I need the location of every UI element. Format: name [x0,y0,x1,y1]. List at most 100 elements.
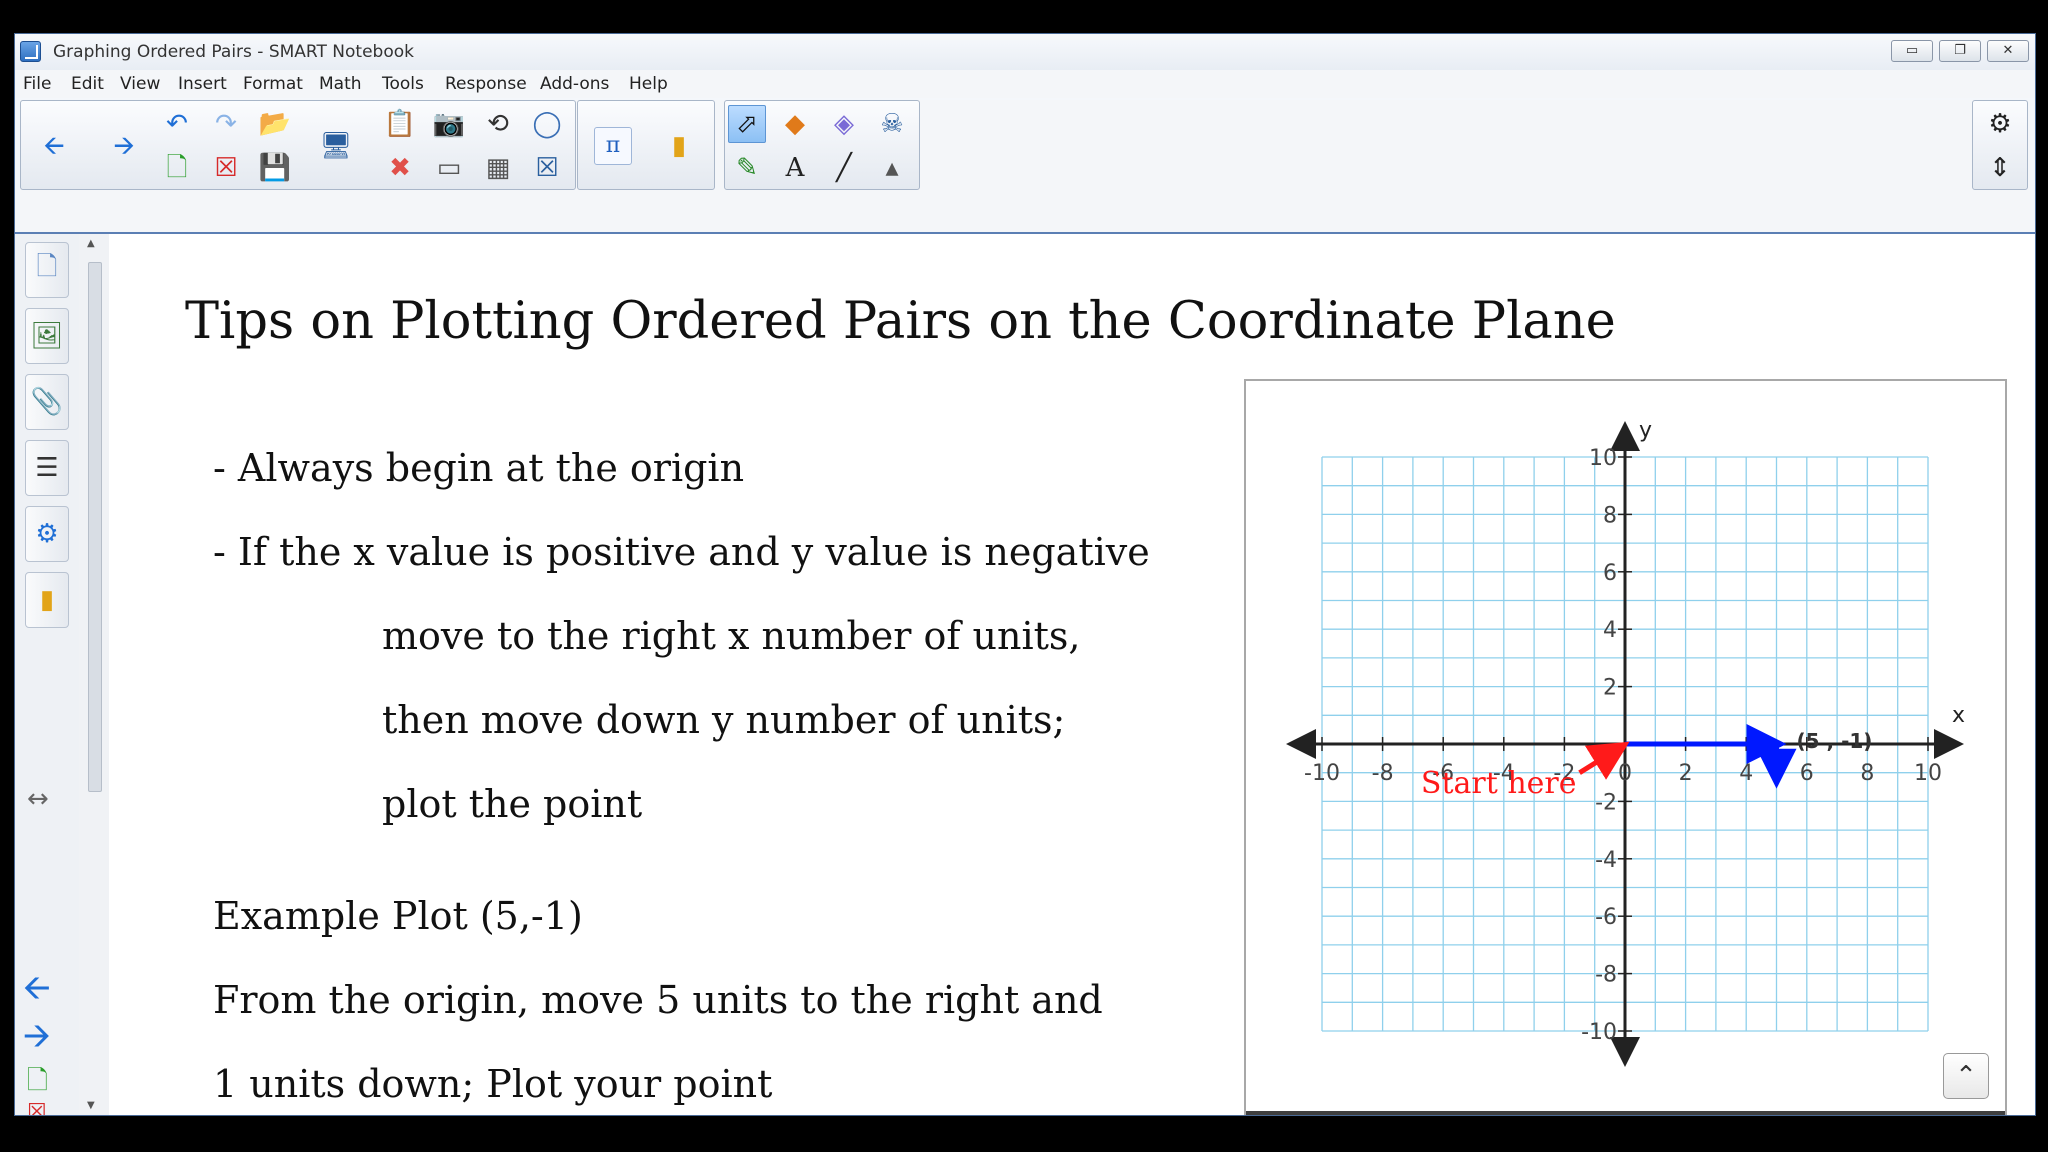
y-tick-label: -8 [1595,963,1617,988]
y-tick-label: -10 [1581,1020,1617,1045]
fill-icon[interactable]: ☠ [873,105,911,143]
settings-gear-icon[interactable]: ⚙ [1981,105,2019,143]
toolbar-main-group: 🡨 🡪 ↶ ↷ 📂 🗋 ☒ 💾 🖥 📋 📷 ⟲ ◯ ✖ ▭ ▦ ☒ [20,100,576,190]
y-tick-label: -2 [1595,790,1617,815]
line-icon[interactable]: ╱ [825,149,863,187]
new-page-icon[interactable]: 🗋 [158,149,196,187]
graph-widget[interactable]: x y -10 -8 -6 -4 -2 0 2 4 6 8 10 10 8 6 4 2 -2 -4 -6 -8 -10 (5 … [1244,379,2007,1115]
toolbar: 🡨 🡪 ↶ ↷ 📂 🗋 ☒ 💾 🖥 📋 📷 ⟲ ◯ ✖ ▭ ▦ ☒ π ▮ ⬀ … [15,100,2035,234]
start-here-label: Start here [1421,766,1577,801]
pens-icon[interactable]: ✎ [728,149,766,187]
tip-line-3: move to the right x number of units, [382,614,1081,658]
open-folder-icon[interactable]: 📂 [256,105,294,143]
x-tick-label: 4 [1739,761,1753,786]
restore-button[interactable]: ❐ [1939,40,1981,62]
tip-line-5: plot the point [382,782,643,826]
x-tick-label: 2 [1679,761,1693,786]
window-title: Graphing Ordered Pairs - SMART Notebook [53,42,414,62]
tip-line-4: then move down y number of units; [382,698,1066,742]
menu-add-ons[interactable]: Add-ons [540,74,609,94]
table-icon[interactable]: ▦ [479,149,517,187]
paste-icon[interactable]: 📋 [381,105,419,143]
display-icon[interactable]: 🖥 [317,127,355,165]
example-line-2: 1 units down; Plot your point [213,1062,773,1106]
x-tick-label: 8 [1860,761,1874,786]
record-icon[interactable]: ⟲ [479,105,517,143]
addons-icon[interactable]: ⚙ [25,506,69,562]
page-scrollbar[interactable]: ▲ ▼ [79,234,109,1115]
close-button[interactable]: ✕ [1987,40,2029,62]
shapes-icon[interactable]: ◆ [776,105,814,143]
toolbar-tools-group: ⬀ ◆ ◈ ☠ ✎ A ╱ ▴ [724,100,920,190]
menu-edit[interactable]: Edit [71,74,104,94]
toolbar-settings-group: ⚙ ⇕ [1972,100,2028,190]
tip-line-1: - Always begin at the origin [213,446,745,490]
addon-icon[interactable]: ☒ [528,149,566,187]
y-tick-label: -4 [1595,848,1617,873]
magic-pen-icon[interactable]: ◈ [825,105,863,143]
screen-shade-icon[interactable]: ▭ [430,149,468,187]
menu-insert[interactable]: Insert [178,74,227,94]
lesson-activity-icon[interactable]: ▮ [25,572,69,628]
y-tick-label: -6 [1595,905,1617,930]
y-tick-label: 10 [1589,446,1617,471]
menu-format[interactable]: Format [243,74,303,94]
properties-icon[interactable]: ☰ [25,440,69,496]
math-tools-icon[interactable]: π [594,127,632,165]
x-tick-label: 6 [1800,761,1814,786]
y-axis-label: y [1639,418,1652,443]
page-title: Tips on Plotting Ordered Pairs on the Co… [185,292,1616,351]
menu-bar: File Edit View Insert Format Math Tools … [15,70,2035,98]
scroll-down-icon[interactable]: ▼ [87,1100,95,1111]
scroll-up-icon[interactable]: ▲ [87,238,95,249]
point-label: (5 , -1) [1797,729,1873,753]
save-icon[interactable]: 💾 [256,149,294,187]
delete-page-icon[interactable]: ☒ [207,149,245,187]
arrow-left-icon[interactable]: 🡨 [35,127,73,165]
attachments-icon[interactable]: 📎 [25,374,69,430]
start-arrow [1578,741,1630,780]
fullscreen-icon[interactable]: ◯ [528,105,566,143]
collapse-chevron-icon[interactable]: ⌃ [1943,1053,1989,1099]
next-page-icon[interactable]: 🡪 [23,1012,51,1069]
x-tick-label: 10 [1914,761,1942,786]
example-heading: Example Plot (5,-1) [213,894,583,938]
menu-help[interactable]: Help [629,74,668,94]
menu-tools[interactable]: Tools [382,74,424,94]
menu-view[interactable]: View [120,74,160,94]
gallery-icon[interactable]: 🖼 [25,308,69,364]
select-pointer-icon[interactable]: ⬀ [728,105,766,143]
redo-icon[interactable]: ↷ [207,105,245,143]
x-tick-label: -8 [1372,761,1394,786]
toolbar-math-group: π ▮ [577,100,715,190]
undo-icon[interactable]: ↶ [158,105,196,143]
move-toolbar-icon[interactable]: ⇕ [1981,149,2019,187]
x-tick-label: 0 [1618,761,1632,786]
screen-capture-icon[interactable]: 📷 [430,105,468,143]
coordinate-plane[interactable]: xy-10 -8 -6 -4 -2 0 2 4 6 8 10108642-2-4-6-8-10(5 … [1246,381,2005,1111]
eraser-icon[interactable]: ▴ [873,149,911,187]
y-tick-label: 4 [1603,618,1617,643]
example-line-1: From the origin, move 5 units to the rig… [213,978,1103,1022]
y-tick-label: 2 [1603,676,1617,701]
plotted-point [1771,767,1782,778]
page-sorter-icon[interactable]: 🗋 [25,242,69,298]
text-icon[interactable]: A [776,149,814,187]
delete-icon[interactable]: ✖ [381,149,419,187]
notebook-page[interactable]: Tips on Plotting Ordered Pairs on the Co… [109,234,2035,1115]
arrow-right-icon[interactable]: 🡪 [105,127,143,165]
x-tick-label: -10 [1304,761,1340,786]
minimize-button[interactable]: ▭ [1891,40,1933,62]
lesson-activity-icon[interactable]: ▮ [660,127,698,165]
menu-response[interactable]: Response [445,74,527,94]
y-tick-label: 8 [1603,503,1617,528]
scrollbar-thumb[interactable] [88,262,102,792]
graph-widget-toolbar [1246,1111,2005,1115]
menu-file[interactable]: File [23,74,51,94]
x-axis-label: x [1952,703,1965,728]
delete-page-icon[interactable]: ☒ [27,1100,47,1115]
resize-panel-icon[interactable]: ↔ [27,784,49,814]
menu-math[interactable]: Math [319,74,362,94]
side-panel-tabs: 🗋 🖼 📎 ☰ ⚙ ▮ ↔ 🡨 🡪 🗋 ☒ [15,234,80,1115]
app-window: Graphing Ordered Pairs - SMART Notebook … [14,33,2036,1116]
